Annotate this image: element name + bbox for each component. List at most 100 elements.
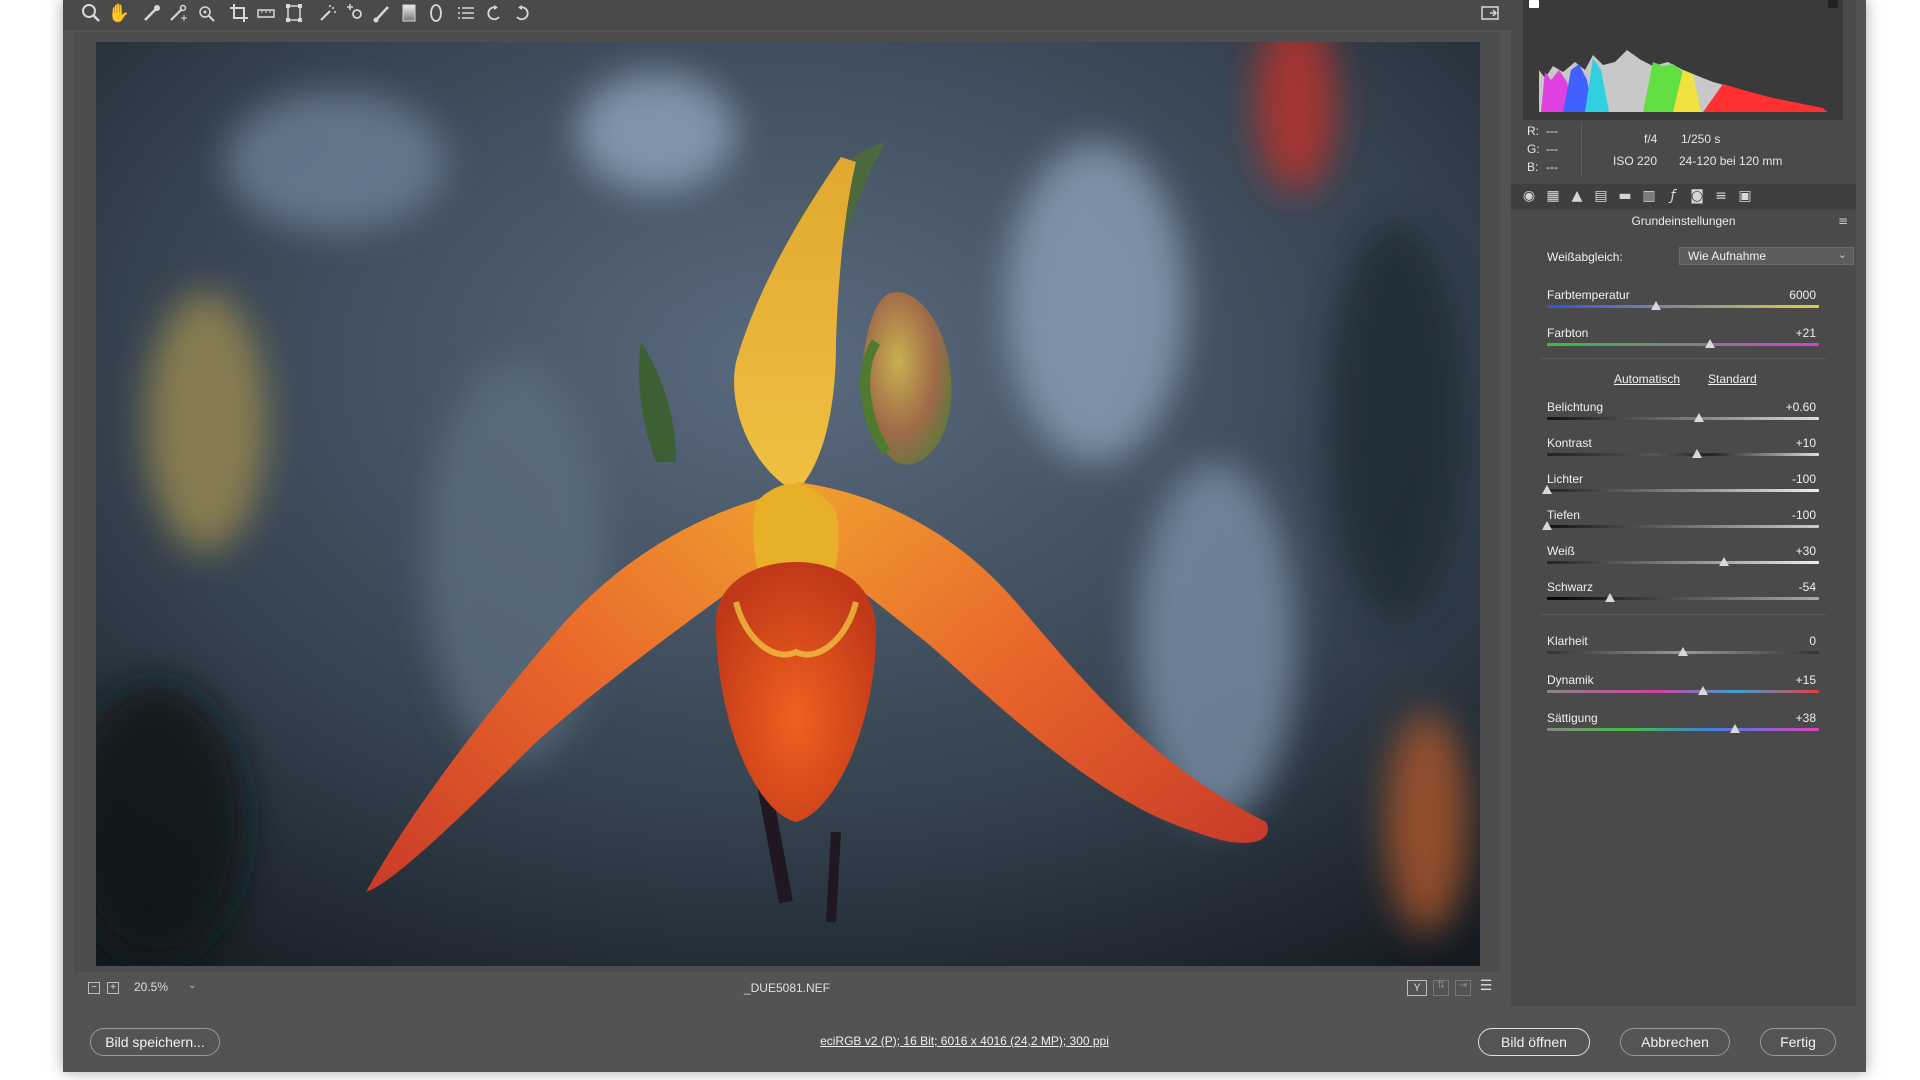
slider-thumb[interactable] bbox=[1691, 449, 1702, 458]
target-adjustment-tool-icon[interactable] bbox=[193, 2, 219, 24]
slider-label: Weiß bbox=[1547, 544, 1575, 558]
slider-label: Belichtung bbox=[1547, 400, 1604, 414]
basic-tab-icon[interactable]: ◉ bbox=[1519, 188, 1539, 206]
slider-track[interactable] bbox=[1547, 417, 1819, 420]
default-link[interactable]: Standard bbox=[1708, 372, 1757, 386]
fullscreen-toggle-icon[interactable] bbox=[1477, 2, 1503, 24]
panel-tabs: ◉ ▦ ▲ ▤ ▬ ▥ ƒ ◙ ≡ ▣ bbox=[1511, 184, 1856, 210]
panel-menu-icon[interactable]: ≡ bbox=[1838, 214, 1848, 228]
slider-thumb[interactable] bbox=[1542, 485, 1552, 494]
slider-track[interactable] bbox=[1547, 343, 1819, 346]
rgb-b-value: --- bbox=[1546, 160, 1558, 174]
slider-label: Klarheit bbox=[1547, 634, 1588, 648]
slider-thumb[interactable] bbox=[1678, 647, 1688, 656]
slider-track[interactable] bbox=[1547, 453, 1819, 456]
slider-thumb[interactable] bbox=[1718, 557, 1729, 566]
auto-link[interactable]: Automatisch bbox=[1614, 372, 1680, 386]
rgb-r-label: R: bbox=[1527, 124, 1539, 138]
slider-thumb[interactable] bbox=[1694, 413, 1705, 422]
white-balance-label: Weißabgleich: bbox=[1547, 250, 1623, 264]
viewport-status-bar: − + 20.5% ⌄ _DUE5081.NEF Y ⇅ ⇥ ☰ bbox=[74, 975, 1500, 1003]
divider bbox=[1541, 358, 1826, 359]
adjustment-brush-tool-icon[interactable] bbox=[369, 2, 395, 24]
rgb-g-value: --- bbox=[1546, 142, 1558, 156]
slider-track[interactable] bbox=[1547, 690, 1819, 693]
slider-value[interactable]: +15 bbox=[1796, 673, 1816, 687]
slider-label: Farbton bbox=[1547, 326, 1589, 340]
slider-value[interactable]: +38 bbox=[1796, 711, 1816, 725]
slider-value[interactable]: -100 bbox=[1792, 472, 1816, 486]
color-sampler-tool-icon[interactable] bbox=[165, 2, 191, 24]
slider-value[interactable]: 6000 bbox=[1789, 288, 1816, 302]
split-toning-tab-icon[interactable]: ▬ bbox=[1615, 188, 1635, 206]
tone-curve-tab-icon[interactable]: ▦ bbox=[1543, 188, 1563, 206]
slider-value[interactable]: -100 bbox=[1792, 508, 1816, 522]
slider-value[interactable]: +10 bbox=[1796, 436, 1816, 450]
spot-removal-tool-icon[interactable] bbox=[315, 2, 341, 24]
meta-divider bbox=[1581, 122, 1582, 176]
swap-settings-icon[interactable]: ⇅ bbox=[1433, 980, 1449, 996]
slider-label: Kontrast bbox=[1547, 436, 1592, 450]
slider-value[interactable]: 0 bbox=[1809, 634, 1816, 648]
camera-calibration-tab-icon[interactable]: ◙ bbox=[1687, 188, 1707, 206]
slider-label: Sättigung bbox=[1547, 711, 1598, 725]
aperture: f/4 bbox=[1644, 132, 1658, 146]
slider-label: Tiefen bbox=[1547, 508, 1580, 522]
workflow-options-link[interactable]: eciRGB v2 (P); 16 Bit; 6016 x 4016 (24,2… bbox=[63, 1034, 1866, 1048]
rotate-left-icon[interactable] bbox=[481, 2, 507, 24]
white-balance-select[interactable]: Wie Aufnahme ⌄ bbox=[1679, 247, 1854, 265]
slider-thumb[interactable] bbox=[1542, 521, 1552, 530]
slider-label: Dynamik bbox=[1547, 673, 1594, 687]
slider-track[interactable] bbox=[1547, 728, 1819, 731]
transform-tool-icon[interactable] bbox=[281, 2, 307, 24]
copy-settings-icon[interactable]: ⇥ bbox=[1455, 980, 1471, 996]
camera-raw-window: ✋ − + 20.5% ⌄ _DUE5081.NEF Y ⇅ ⇥ ☰ R: --… bbox=[63, 0, 1866, 1072]
lens-corrections-tab-icon[interactable]: ▥ bbox=[1639, 188, 1659, 206]
effects-tab-icon[interactable]: ƒ bbox=[1663, 188, 1683, 206]
file-name: _DUE5081.NEF bbox=[743, 981, 831, 995]
divider bbox=[1541, 614, 1826, 615]
lens-info: 24-120 bei 120 mm bbox=[1679, 154, 1783, 168]
crop-tool-icon[interactable] bbox=[226, 2, 252, 24]
slider-thumb[interactable] bbox=[1604, 593, 1615, 602]
graduated-filter-tool-icon[interactable] bbox=[396, 2, 422, 24]
red-eye-tool-icon[interactable] bbox=[342, 2, 368, 24]
image-viewport[interactable] bbox=[74, 32, 1500, 972]
radial-filter-tool-icon[interactable] bbox=[423, 2, 449, 24]
hand-tool-icon[interactable]: ✋ bbox=[106, 2, 132, 24]
slider-track[interactable] bbox=[1547, 561, 1819, 564]
white-balance-tool-icon[interactable] bbox=[139, 2, 165, 24]
slider-thumb[interactable] bbox=[1698, 686, 1709, 695]
view-settings-icon[interactable]: ☰ bbox=[1478, 978, 1494, 996]
hsl-tab-icon[interactable]: ▤ bbox=[1591, 188, 1611, 206]
slider-value[interactable]: +21 bbox=[1796, 326, 1816, 340]
slider-thumb[interactable] bbox=[1729, 724, 1740, 733]
slider-label: Schwarz bbox=[1547, 580, 1594, 594]
shutter-speed: 1/250 s bbox=[1681, 132, 1721, 146]
preferences-list-icon[interactable] bbox=[453, 2, 479, 24]
slider-value[interactable]: +30 bbox=[1796, 544, 1816, 558]
iso: ISO 220 bbox=[1613, 154, 1658, 168]
chevron-down-icon: ⌄ bbox=[1837, 249, 1847, 261]
slider-track[interactable] bbox=[1547, 489, 1819, 492]
rgb-g-label: G: bbox=[1527, 142, 1540, 156]
slider-track[interactable] bbox=[1547, 597, 1819, 600]
slider-thumb[interactable] bbox=[1650, 301, 1661, 310]
before-after-toggle-icon[interactable]: Y bbox=[1407, 980, 1427, 996]
presets-tab-icon[interactable]: ≡ bbox=[1711, 188, 1731, 206]
section-title: Grundeinstellungen bbox=[1631, 214, 1736, 228]
toolbar: ✋ bbox=[63, 0, 1511, 30]
slider-value[interactable]: +0.60 bbox=[1786, 400, 1816, 414]
straighten-tool-icon[interactable] bbox=[253, 2, 279, 24]
white-balance-value: Wie Aufnahme bbox=[1688, 249, 1767, 263]
snapshots-tab-icon[interactable]: ▣ bbox=[1735, 188, 1755, 206]
slider-label: Lichter bbox=[1547, 472, 1584, 486]
zoom-tool-icon[interactable] bbox=[78, 2, 104, 24]
slider-track[interactable] bbox=[1547, 305, 1819, 308]
detail-tab-icon[interactable]: ▲ bbox=[1567, 188, 1587, 206]
histogram bbox=[1523, 0, 1843, 120]
rotate-right-icon[interactable] bbox=[509, 2, 535, 24]
slider-value[interactable]: -54 bbox=[1799, 580, 1816, 594]
slider-thumb[interactable] bbox=[1705, 339, 1716, 348]
slider-track[interactable] bbox=[1547, 525, 1819, 528]
